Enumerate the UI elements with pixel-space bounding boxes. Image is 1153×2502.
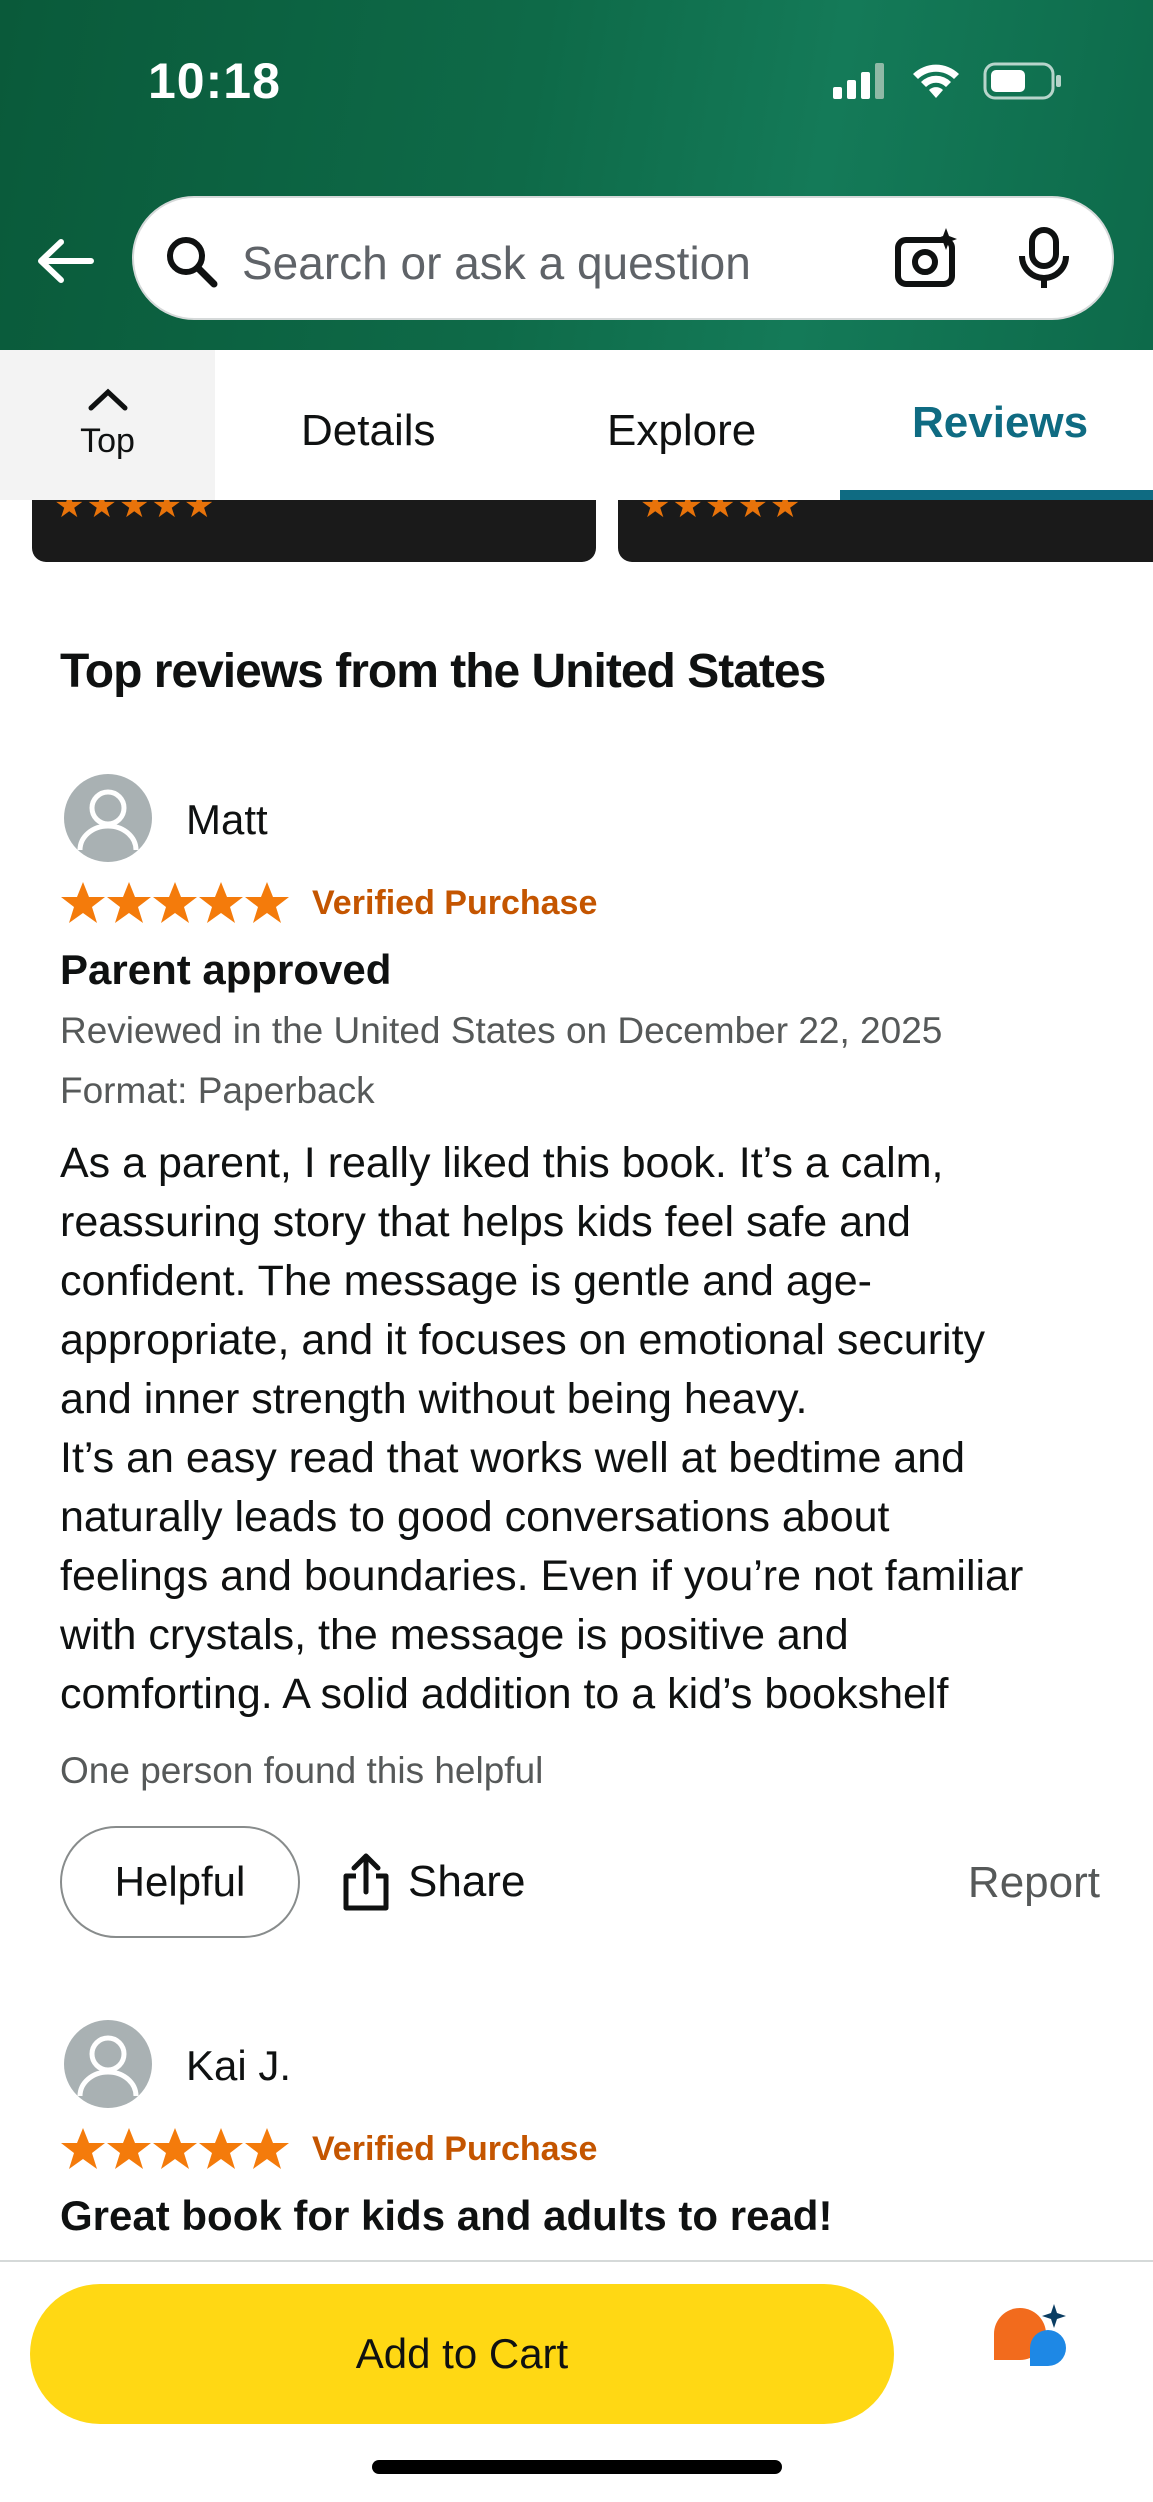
star-icon [61,2128,105,2169]
star-icon [199,2128,243,2169]
star-icon [153,882,197,923]
reviews-section-title: Top reviews from the United States [60,645,826,698]
review-body-line: feelings and boundaries. Even if you’re … [60,1552,1024,1600]
avatar-icon [77,2035,139,2097]
microphone-icon[interactable] [1014,226,1074,292]
review-body-line: confident. The message is gentle and age… [60,1257,872,1305]
avatar [64,774,152,862]
thumbnail-rating-stars: ★★★★★ [54,500,217,525]
add-to-cart-button[interactable]: Add to Cart [30,2284,894,2424]
review-body: As a parent, I really liked this book. I… [60,1134,1120,1724]
section-tabs: Top Details Explore Reviews [0,350,1153,500]
review-title: Parent approved [60,946,392,993]
search-icon [167,237,218,288]
star-icon [245,882,289,923]
share-button[interactable]: Share [340,1826,525,1938]
share-label: Share [408,1857,526,1906]
review-format: Format: Paperback [60,1070,375,1111]
thumbnail-rating-stars: ★★★★★ [640,500,803,525]
review-date: Reviewed in the United States on Decembe… [60,1010,943,1051]
share-icon [343,1853,389,1911]
review-body-line: reassuring story that helps kids feel sa… [60,1198,911,1246]
tab-reviews[interactable]: Reviews [912,398,1088,448]
helpful-button[interactable]: Helpful [60,1826,300,1938]
review-body-line: appropriate, and it focuses on emotional… [60,1316,986,1364]
star-rating [61,2128,289,2169]
verified-purchase-badge: Verified Purchase [312,2129,598,2168]
tab-details[interactable]: Details [301,406,436,456]
tab-explore[interactable]: Explore [607,406,756,456]
camera-sparkle-icon[interactable] [894,226,960,292]
review-body-line: naturally leads to good conversations ab… [60,1493,890,1541]
review-title: Great book for kids and adults to read! [60,2192,833,2239]
review-image-thumbnail[interactable]: ★★★★★ [32,500,596,562]
star-icon [61,882,105,923]
reviewer-name[interactable]: Kai J. [186,2042,291,2090]
tab-active-indicator [840,490,1153,500]
home-indicator [372,2460,782,2474]
rating-row: Verified Purchase [60,880,597,926]
star-icon [107,882,151,923]
review-body-line: with crystals, the message is positive a… [60,1611,849,1659]
report-link[interactable]: Report [968,1858,1100,1908]
star-rating [61,882,289,923]
review-card: Matt Verified Purchase Parent approved R… [60,774,1100,1954]
back-button[interactable] [34,230,96,292]
battery-icon [983,62,1061,100]
tab-top[interactable]: Top [0,350,215,500]
verified-purchase-badge: Verified Purchase [312,883,598,922]
helpful-count: One person found this helpful [60,1750,544,1791]
chevron-up-icon [88,388,128,411]
review-image-strip: ★★★★★ ★★★★★ [0,500,1153,562]
review-image-thumbnail[interactable]: ★★★★★ [618,500,1153,562]
star-icon [245,2128,289,2169]
back-arrow-icon [38,239,94,283]
review-body-line: comforting. A solid addition to a kid’s … [60,1670,949,1718]
signal-icon [833,63,884,99]
rufus-icon[interactable] [990,2302,1074,2382]
tab-top-label: Top [80,422,135,460]
review-card: Kai J. Verified Purchase Great book for … [60,2020,1100,2260]
search-input[interactable]: Search or ask a question [242,236,751,290]
wifi-icon [913,64,959,98]
star-icon [153,2128,197,2169]
app-header: 10:18 Search or ask a question [0,0,1153,350]
status-icons [833,62,1063,100]
star-icon [199,882,243,923]
review-body-line: As a parent, I really liked this book. I… [60,1139,944,1187]
status-time: 10:18 [148,53,281,109]
avatar-icon [77,789,139,851]
star-icon [107,2128,151,2169]
review-body-line: and inner strength without being heavy. [60,1375,808,1423]
avatar [64,2020,152,2108]
reviewer-name[interactable]: Matt [186,796,268,844]
rating-row: Verified Purchase [60,2126,597,2172]
review-body-line: It’s an easy read that works well at bed… [60,1434,966,1482]
search-bar[interactable]: Search or ask a question [132,196,1114,320]
